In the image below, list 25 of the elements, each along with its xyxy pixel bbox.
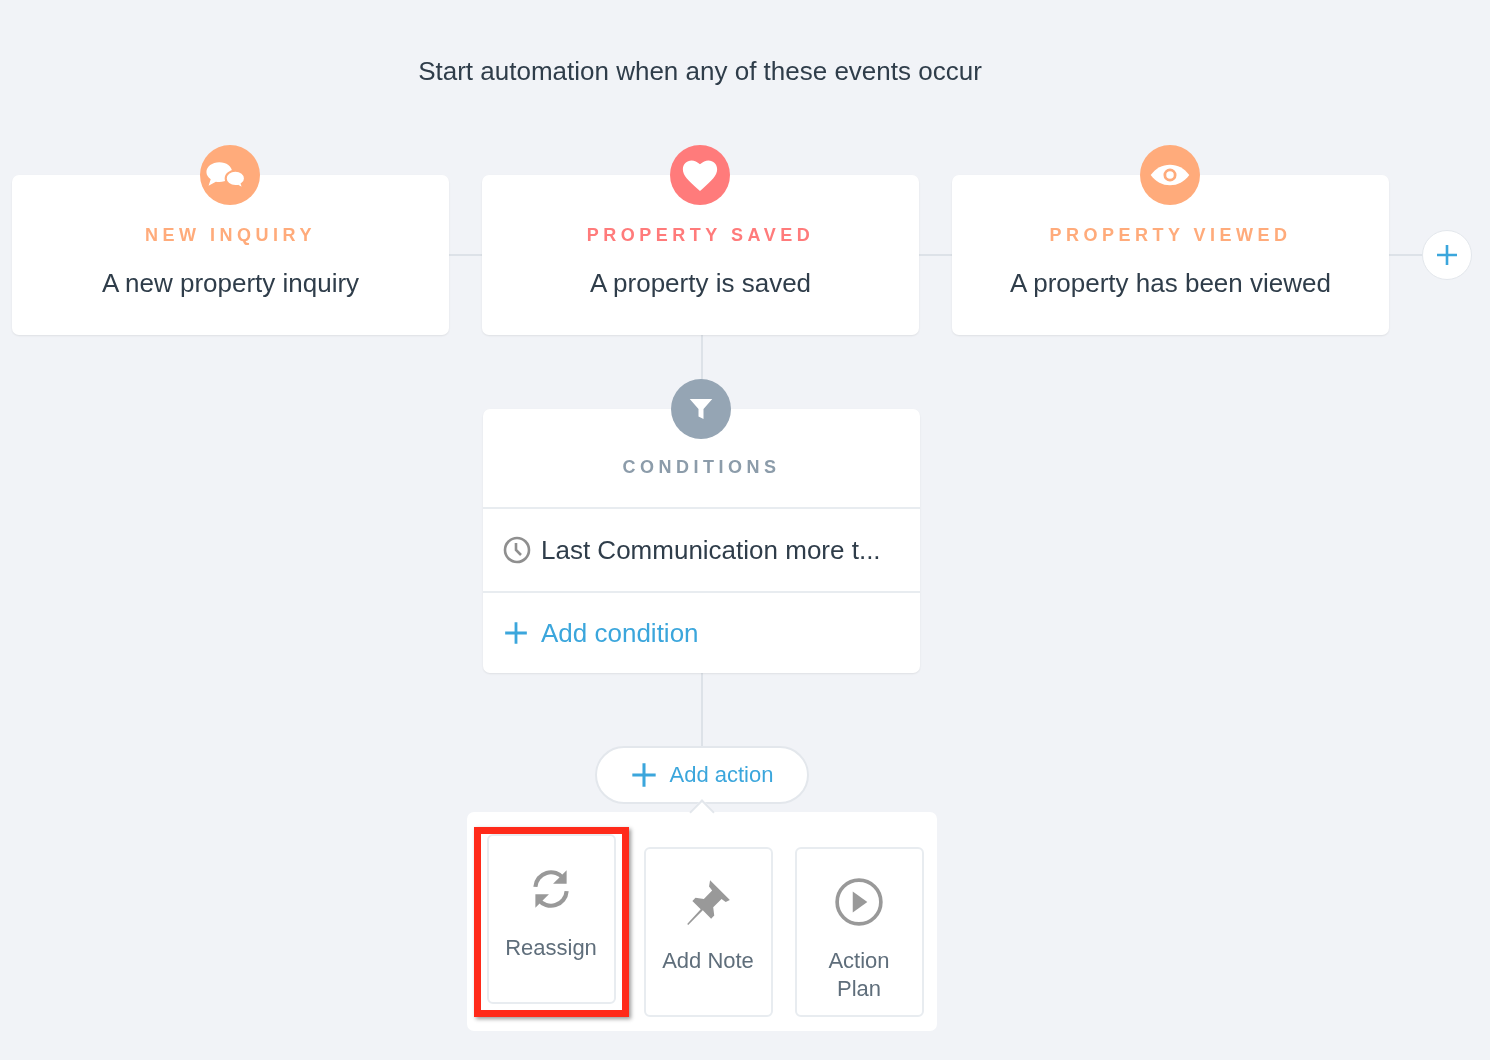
action-option[interactable]: Add Note bbox=[643, 847, 773, 1017]
play-circle-icon bbox=[834, 877, 884, 927]
page-heading: Start automation when any of these events occur bbox=[417, 56, 983, 87]
condition-text[interactable]: Last Communication more t... bbox=[541, 534, 881, 566]
plus-icon bbox=[503, 620, 529, 646]
add-trigger-button[interactable] bbox=[1422, 230, 1472, 280]
trigger-description: A property is saved bbox=[589, 268, 812, 299]
trigger-description: A property has been viewed bbox=[1010, 268, 1331, 299]
trigger-label: PROPERTY VIEWED bbox=[1049, 225, 1292, 246]
add-action-button[interactable]: Add action bbox=[594, 746, 809, 804]
trigger-label: NEW INQUIRY bbox=[145, 225, 316, 246]
chat-bubbles-icon bbox=[206, 162, 247, 190]
plus-icon bbox=[1435, 243, 1459, 267]
plus-icon bbox=[629, 761, 658, 789]
heart-icon bbox=[682, 160, 718, 192]
trigger-card[interactable]: NEW INQUIRY A new property inquiry bbox=[12, 175, 449, 335]
trigger-description: A new property inquiry bbox=[101, 268, 360, 299]
action-option[interactable]: Reassign bbox=[486, 834, 616, 1004]
eye-icon bbox=[1150, 164, 1190, 186]
trigger-label: PROPERTY SAVED bbox=[586, 225, 815, 246]
trigger-card[interactable]: PROPERTY VIEWED A property has been viewed bbox=[952, 175, 1389, 335]
add-condition-button[interactable]: Add condition bbox=[483, 593, 705, 673]
action-option[interactable]: Action Plan bbox=[794, 847, 924, 1017]
clock-icon bbox=[503, 536, 531, 564]
trigger-card[interactable]: PROPERTY SAVED A property is saved bbox=[482, 175, 919, 335]
